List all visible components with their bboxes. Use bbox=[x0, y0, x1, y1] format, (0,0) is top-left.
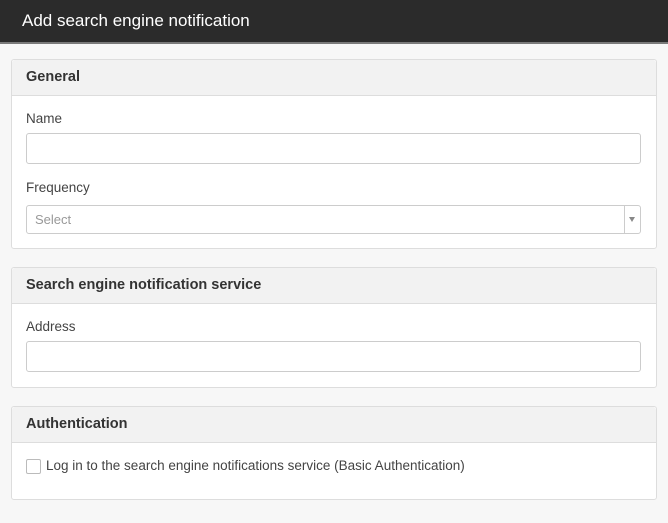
frequency-select[interactable]: Select bbox=[26, 205, 641, 234]
name-label: Name bbox=[26, 111, 63, 126]
basic-auth-label[interactable]: Log in to the search engine notification… bbox=[46, 458, 465, 474]
dialog-title: Add search engine notification bbox=[22, 11, 250, 30]
frequency-select-value: Select bbox=[35, 212, 72, 227]
address-input[interactable] bbox=[26, 341, 641, 372]
frequency-label: Frequency bbox=[26, 180, 90, 195]
general-panel-heading: General bbox=[12, 60, 656, 96]
frequency-select-toggle[interactable] bbox=[624, 206, 640, 233]
general-heading: General bbox=[26, 69, 80, 85]
authentication-panel-heading: Authentication bbox=[12, 407, 656, 443]
basic-auth-checkbox[interactable] bbox=[26, 459, 41, 474]
authentication-panel: Authentication Log in to the search engi… bbox=[11, 406, 657, 500]
address-label: Address bbox=[26, 319, 76, 334]
service-heading: Search engine notification service bbox=[26, 277, 262, 293]
general-panel: General Name Frequency Select bbox=[11, 59, 657, 249]
dialog-titlebar: Add search engine notification bbox=[0, 0, 668, 44]
service-panel: Search engine notification service Addre… bbox=[11, 267, 657, 388]
service-panel-heading: Search engine notification service bbox=[12, 268, 656, 304]
name-input[interactable] bbox=[26, 133, 641, 164]
caret-down-icon bbox=[629, 217, 635, 222]
authentication-heading: Authentication bbox=[26, 416, 128, 432]
